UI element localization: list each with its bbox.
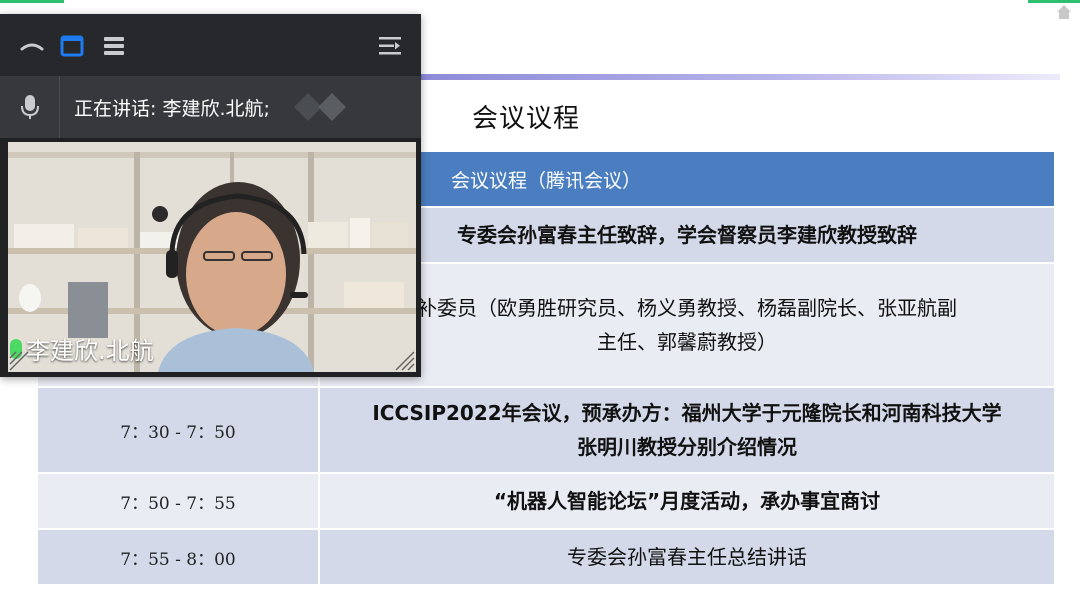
list-view-icon[interactable]: [100, 32, 128, 60]
agenda-item-cell: 专委会孙富春主任致辞，学会督察员李建欣教授致辞: [457, 223, 917, 247]
resize-handle-left-icon[interactable]: [8, 350, 30, 372]
speaking-indicator-bar: 正在讲话: 李建欣.北航;: [0, 76, 421, 138]
expand-panel-icon[interactable]: [376, 32, 404, 60]
slide-title: 会议议程: [472, 104, 581, 134]
table-row: 7：50 - 7：55 “机器人智能论坛”月度活动，承办事宜商讨: [38, 474, 1054, 530]
table-row: 7：30 - 7：50 ICCSIP2022年会议，预承办方：福州大学于元隆院长…: [38, 388, 1054, 474]
window-view-icon[interactable]: [58, 32, 86, 60]
resize-handle-right-icon[interactable]: [394, 350, 416, 372]
participant-name-tag: 李建欣.北航: [10, 331, 154, 366]
microphone-icon: [0, 76, 60, 138]
logo-watermark-icon: [294, 93, 346, 121]
meeting-toolbar: [0, 14, 421, 76]
agenda-item-cell: 补委员（欧勇胜研究员、杨义勇教授、杨磊副院长、张亚航副 主任、郭馨蔚教授）: [417, 296, 957, 354]
slide-corner-accent-left: [0, 0, 64, 3]
agenda-item-cell: “机器人智能论坛”月度活动，承办事宜商讨: [493, 489, 881, 513]
time-cell: 7：30 - 7：50: [38, 388, 320, 472]
speaking-status-text: 正在讲话: 李建欣.北航;: [74, 97, 270, 120]
time-cell: 7：50 - 7：55: [38, 474, 320, 528]
minimize-icon[interactable]: [18, 32, 46, 60]
table-row: 7：55 - 8：00 专委会孙富春主任总结讲话: [38, 530, 1054, 586]
home-icon[interactable]: [1056, 4, 1072, 20]
agenda-item-cell: 专委会孙富春主任总结讲话: [567, 545, 807, 569]
agenda-item-cell: ICCSIP2022年会议，预承办方：福州大学于元隆院长和河南科技大学 张明川教…: [372, 401, 1002, 459]
slide-title-rule: [420, 74, 1060, 80]
participant-video[interactable]: 李建欣.北航: [8, 142, 416, 372]
participant-name: 李建欣.北航: [26, 337, 154, 365]
slide-corner-accent-right: [1028, 0, 1080, 3]
time-cell: 7：55 - 8：00: [38, 530, 320, 584]
meeting-floating-window[interactable]: 正在讲话: 李建欣.北航; 李建欣.北航: [0, 14, 421, 377]
